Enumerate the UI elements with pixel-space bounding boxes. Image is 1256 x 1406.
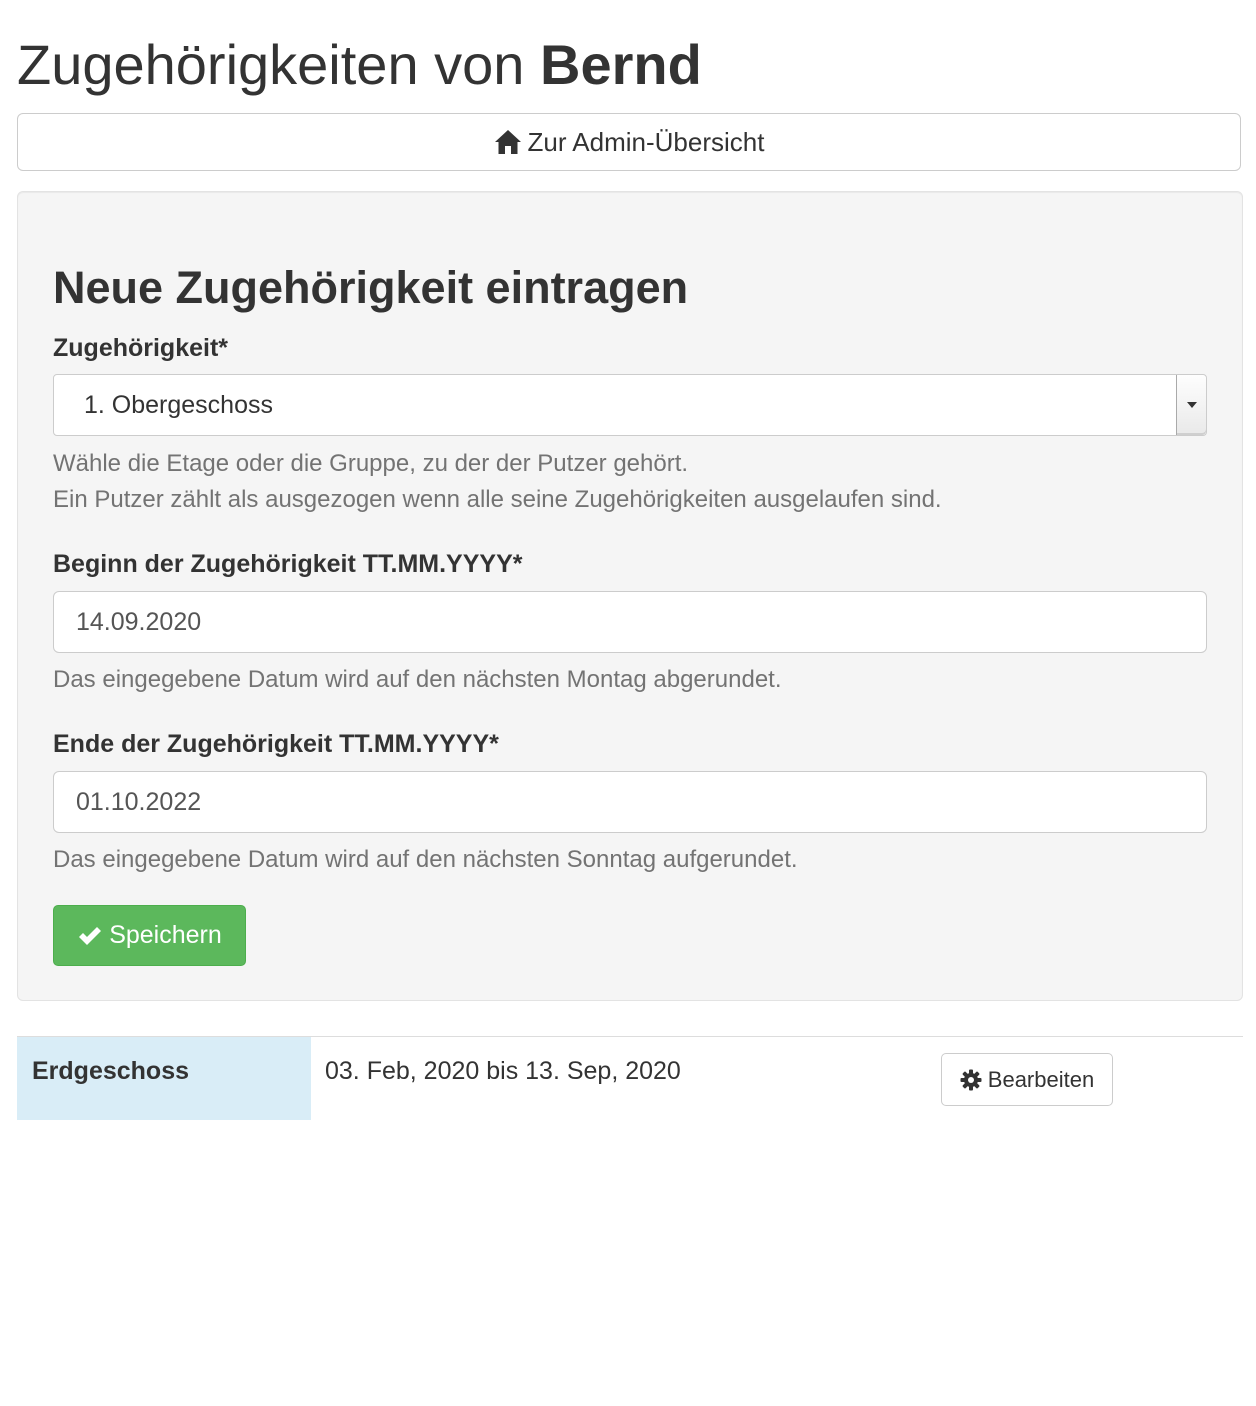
start-date-help: Das eingegebene Datum wird auf den nächs…: [53, 666, 782, 693]
caret-down-icon[interactable]: [1176, 375, 1206, 435]
start-date-label: Beginn der Zugehörigkeit TT.MM.YYYY*: [53, 550, 523, 578]
home-icon: [494, 129, 522, 155]
group-field-label: Zugehörigkeit*: [53, 334, 229, 362]
end-date-help: Das eingegebene Datum wird auf den nächs…: [53, 846, 798, 873]
page-title-prefix: Zugehörigkeiten von: [17, 33, 525, 96]
group-select-value: 1. Obergeschoss: [84, 391, 273, 419]
edit-membership-button[interactable]: Bearbeiten: [941, 1053, 1113, 1106]
end-date-input[interactable]: [53, 771, 1207, 833]
save-button[interactable]: Speichern: [53, 905, 246, 966]
end-date-label: Ende der Zugehörigkeit TT.MM.YYYY*: [53, 730, 499, 758]
membership-range-cell: 03. Feb, 2020 bis 13. Sep, 2020: [325, 1057, 681, 1085]
checkmark-icon: [77, 925, 103, 947]
group-help-line1: Wähle die Etage oder die Gruppe, zu der …: [53, 450, 689, 477]
start-date-input[interactable]: [53, 591, 1207, 653]
form-title: Neue Zugehörigkeit eintragen: [53, 262, 689, 313]
group-select[interactable]: 1. Obergeschoss: [53, 374, 1207, 436]
save-button-label: Speichern: [109, 921, 222, 949]
admin-overview-button[interactable]: Zur Admin-Übersicht: [17, 113, 1241, 171]
admin-overview-label: Zur Admin-Übersicht: [527, 126, 765, 157]
group-help-line2: Ein Putzer zählt als ausgezogen wenn all…: [53, 486, 942, 513]
gear-icon: [960, 1069, 982, 1091]
membership-group-cell: Erdgeschoss: [17, 1037, 311, 1120]
new-membership-form: Neue Zugehörigkeit eintragen Zugehörigke…: [17, 191, 1243, 1001]
page-title: Zugehörigkeiten von Bernd: [17, 32, 702, 98]
page-title-name: Bernd: [540, 33, 702, 96]
edit-button-label: Bearbeiten: [987, 1066, 1095, 1092]
